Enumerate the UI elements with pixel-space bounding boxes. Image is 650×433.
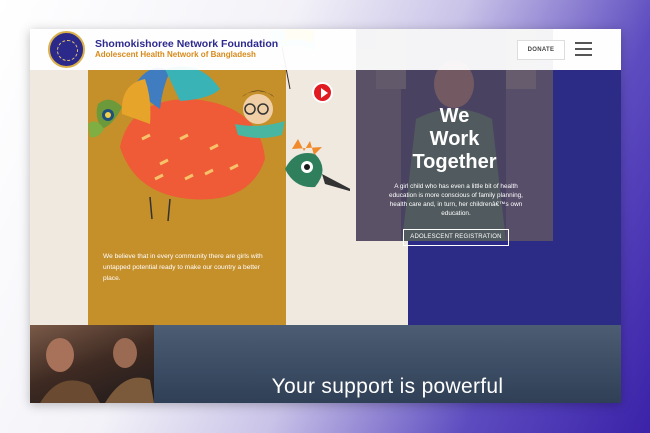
org-subtitle: Adolescent Health Network of Bangladesh: [95, 50, 256, 59]
site-header: Shomokishoree Network Foundation Adolesc…: [30, 29, 621, 70]
hero-title-line-2: Work: [429, 128, 480, 150]
donate-button[interactable]: DONATE: [517, 40, 565, 60]
hero-title: We Work Together: [356, 105, 553, 174]
support-heading: Your support is powerful: [271, 375, 504, 398]
adolescent-registration-button[interactable]: ADOLESCENT REGISTRATION: [403, 229, 509, 246]
website-frame: We Work Together A girl child who has ev…: [30, 29, 621, 403]
org-name[interactable]: Shomokishoree Network Foundation: [95, 38, 278, 50]
play-video-button[interactable]: [312, 82, 333, 103]
hero-description: A girl child who has even a little bit o…: [389, 183, 523, 217]
mission-statement: We believe that in every community there…: [103, 253, 263, 282]
foundation-logo[interactable]: [48, 31, 85, 68]
hero-title-line-3: Together: [412, 151, 497, 173]
logo-emblem-icon: [57, 40, 78, 61]
officer-photo-silhouette-icon: [40, 338, 154, 403]
support-photo-officer: [30, 325, 154, 403]
hero-title-line-1: We: [439, 105, 470, 127]
hamburger-menu-icon[interactable]: [575, 42, 592, 56]
